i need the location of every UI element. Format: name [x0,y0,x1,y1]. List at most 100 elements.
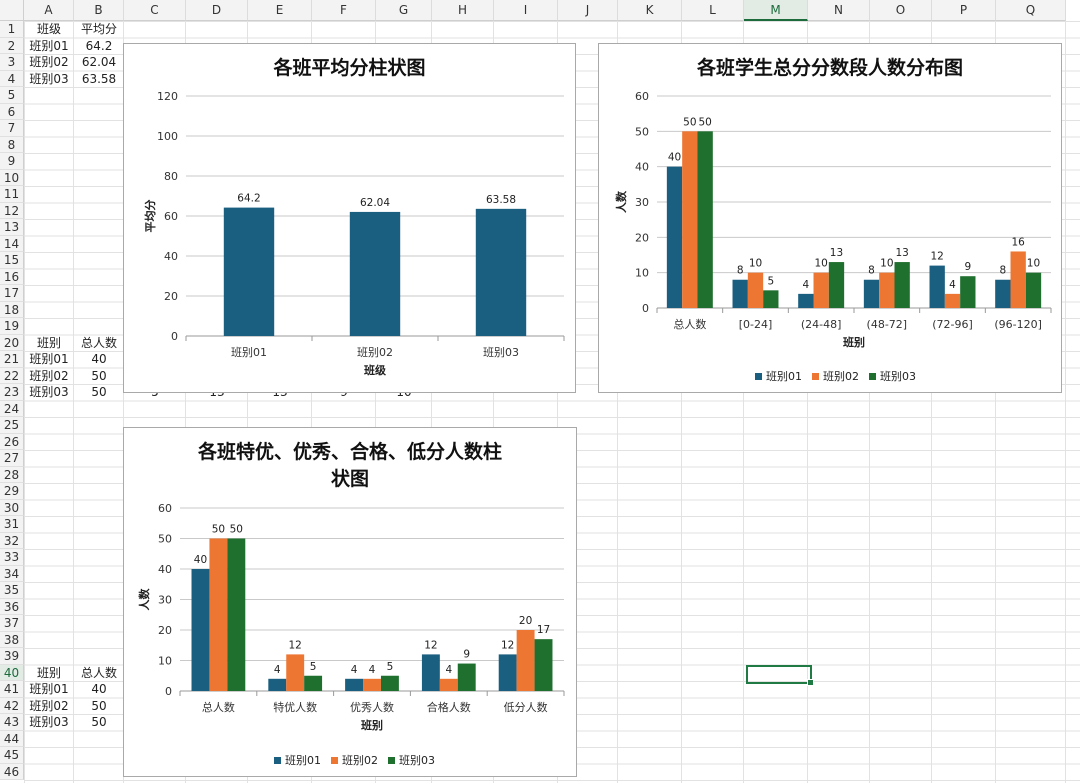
row-header-17[interactable]: 17 [0,285,24,302]
y-tick-label: 20 [164,290,178,303]
cell-a40[interactable]: 班别 [24,665,74,682]
column-header-q[interactable]: Q [996,0,1066,21]
column-header-h[interactable]: H [432,0,494,21]
row-header-16[interactable]: 16 [0,268,24,285]
legend-item: 班别02 [331,752,378,768]
column-header-k[interactable]: K [618,0,682,21]
cell-a1[interactable]: 班级 [24,21,74,38]
row-header-39[interactable]: 39 [0,648,24,665]
row-header-23[interactable]: 23 [0,384,24,401]
select-all-corner[interactable] [0,0,24,21]
row-header-38[interactable]: 38 [0,631,24,648]
column-header-g[interactable]: G [376,0,432,21]
cell-a4[interactable]: 班别03 [24,71,74,88]
cell-b2[interactable]: 64.2 [74,38,124,55]
row-header-4[interactable]: 4 [0,70,24,87]
row-header-22[interactable]: 22 [0,367,24,384]
bar-班别02 [439,678,458,691]
row-header-14[interactable]: 14 [0,235,24,252]
cell-a43[interactable]: 班别03 [24,714,74,731]
row-header-15[interactable]: 15 [0,252,24,269]
column-header-l[interactable]: L [682,0,744,21]
row-header-5[interactable]: 5 [0,87,24,104]
column-header-e[interactable]: E [248,0,312,21]
cell-a2[interactable]: 班别01 [24,38,74,55]
column-header-c[interactable]: C [124,0,186,21]
row-header-1[interactable]: 1 [0,21,24,38]
cell-a42[interactable]: 班别02 [24,698,74,715]
column-header-o[interactable]: O [870,0,932,21]
row-header-9[interactable]: 9 [0,153,24,170]
row-header-21[interactable]: 21 [0,351,24,368]
row-header-35[interactable]: 35 [0,582,24,599]
row-header-19[interactable]: 19 [0,318,24,335]
row-header-31[interactable]: 31 [0,516,24,533]
cell-a23[interactable]: 班别03 [24,384,74,401]
cell-a22[interactable]: 班别02 [24,368,74,385]
column-header-i[interactable]: I [494,0,558,21]
chart-grade-level-counts[interactable]: 各班特优、优秀、合格、低分人数柱 状图 0 10 20 30 40 50 60 总人数 40 50… [123,427,577,777]
row-header-24[interactable]: 24 [0,400,24,417]
cell-b3[interactable]: 62.04 [74,54,124,71]
row-header-12[interactable]: 12 [0,202,24,219]
row-header-36[interactable]: 36 [0,598,24,615]
cell-a41[interactable]: 班别01 [24,681,74,698]
row-header-3[interactable]: 3 [0,54,24,71]
row-header-11[interactable]: 11 [0,186,24,203]
row-header-45[interactable]: 45 [0,747,24,764]
cell-b41[interactable]: 40 [74,681,124,698]
cell-a20[interactable]: 班别 [24,335,74,352]
row-header-26[interactable]: 26 [0,433,24,450]
column-header-f[interactable]: F [312,0,376,21]
column-header-n[interactable]: N [808,0,870,21]
bar-value [475,208,527,336]
row-header-33[interactable]: 33 [0,549,24,566]
cell-b21[interactable]: 40 [74,351,124,368]
row-header-28[interactable]: 28 [0,466,24,483]
row-header-10[interactable]: 10 [0,169,24,186]
chart-average-score[interactable]: 各班平均分柱状图 0 20 40 60 80 100 120 班别01 64.2 班别02 62.0… [123,43,576,393]
cell-b43[interactable]: 50 [74,714,124,731]
row-header-37[interactable]: 37 [0,615,24,632]
column-header-d[interactable]: D [186,0,248,21]
row-header-30[interactable]: 30 [0,499,24,516]
cell-a21[interactable]: 班别01 [24,351,74,368]
row-header-2[interactable]: 2 [0,37,24,54]
column-header-b[interactable]: B [74,0,124,21]
row-header-18[interactable]: 18 [0,301,24,318]
active-cell-m40[interactable] [746,664,814,686]
column-header-m[interactable]: M [744,0,808,21]
bar-班别03 [828,262,845,308]
row-header-44[interactable]: 44 [0,730,24,747]
cell-b4[interactable]: 63.58 [74,71,124,88]
row-header-20[interactable]: 20 [0,334,24,351]
cell-b20[interactable]: 总人数 [74,335,124,352]
row-header-43[interactable]: 43 [0,714,24,731]
cell-b23[interactable]: 50 [74,384,124,401]
row-header-8[interactable]: 8 [0,136,24,153]
column-header-a[interactable]: A [24,0,74,21]
row-header-6[interactable]: 6 [0,103,24,120]
x-tick-label: 优秀人数 [350,701,394,714]
row-header-13[interactable]: 13 [0,219,24,236]
row-header-27[interactable]: 27 [0,450,24,467]
row-header-32[interactable]: 32 [0,532,24,549]
row-header-34[interactable]: 34 [0,565,24,582]
row-header-40[interactable]: 40 [0,664,24,681]
chart-score-band-distribution[interactable]: 各班学生总分分数段人数分布图 0 10 20 30 40 50 60 总人数 40 50 50 [0-… [598,43,1062,393]
row-header-46[interactable]: 46 [0,763,24,780]
row-header-7[interactable]: 7 [0,120,24,137]
row-header-41[interactable]: 41 [0,681,24,698]
cell-b40[interactable]: 总人数 [74,665,124,682]
row-header-29[interactable]: 29 [0,483,24,500]
row-header-25[interactable]: 25 [0,417,24,434]
y-tick-label: 10 [158,655,172,668]
row-header-42[interactable]: 42 [0,697,24,714]
column-header-j[interactable]: J [558,0,618,21]
legend-item: 班别01 [755,368,802,384]
cell-b42[interactable]: 50 [74,698,124,715]
cell-a3[interactable]: 班别02 [24,54,74,71]
column-header-p[interactable]: P [932,0,996,21]
cell-b1[interactable]: 平均分 [74,21,124,38]
cell-b22[interactable]: 50 [74,368,124,385]
